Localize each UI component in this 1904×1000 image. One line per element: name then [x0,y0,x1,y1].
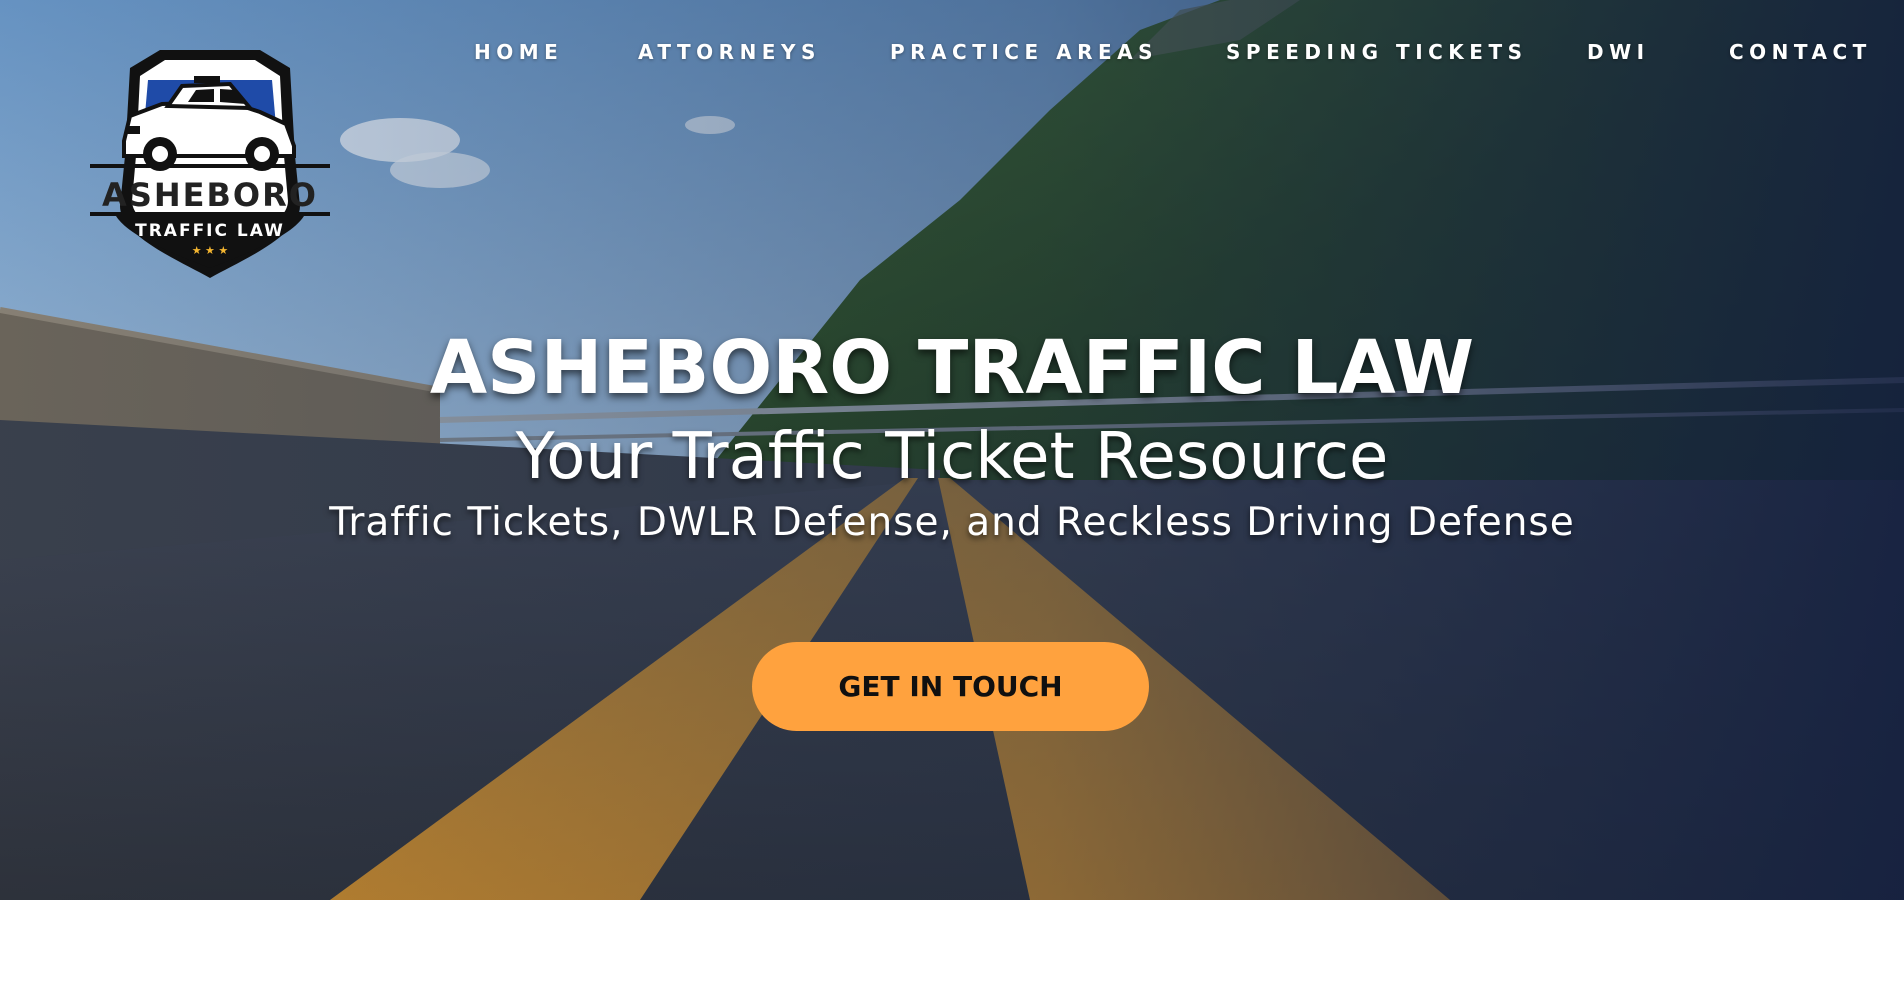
hero-tagline: Traffic Tickets, DWLR Defense, and Reckl… [329,500,1575,545]
hero-title: ASHEBORO TRAFFIC LAW [429,325,1475,411]
logo-top-text: ASHEBORO [102,176,318,214]
hero-subtitle: Your Traffic Ticket Resource [515,420,1389,494]
nav-item-attorneys[interactable]: ATTORNEYS [638,40,821,64]
nav-item-home[interactable]: HOME [474,40,563,64]
site-logo[interactable]: ASHEBORO TRAFFIC LAW ★ ★ ★ [90,46,330,284]
logo-stars: ★ ★ ★ [192,244,229,257]
main-navigation: HOME ATTORNEYS PRACTICE AREAS SPEEDING T… [0,40,1904,64]
get-in-touch-button[interactable]: GET IN TOUCH [752,642,1149,731]
logo-bottom-text: TRAFFIC LAW [135,221,285,241]
nav-item-speeding-tickets[interactable]: SPEEDING TICKETS [1226,40,1528,64]
nav-item-contact[interactable]: CONTACT [1729,40,1872,64]
content-section [0,900,1904,1000]
hero-section: ASHEBORO TRAFFIC LAW ★ ★ ★ HOME ATTORNEY… [0,0,1904,900]
nav-item-dwi[interactable]: DWI [1587,40,1650,64]
nav-item-practice-areas[interactable]: PRACTICE AREAS [890,40,1158,64]
